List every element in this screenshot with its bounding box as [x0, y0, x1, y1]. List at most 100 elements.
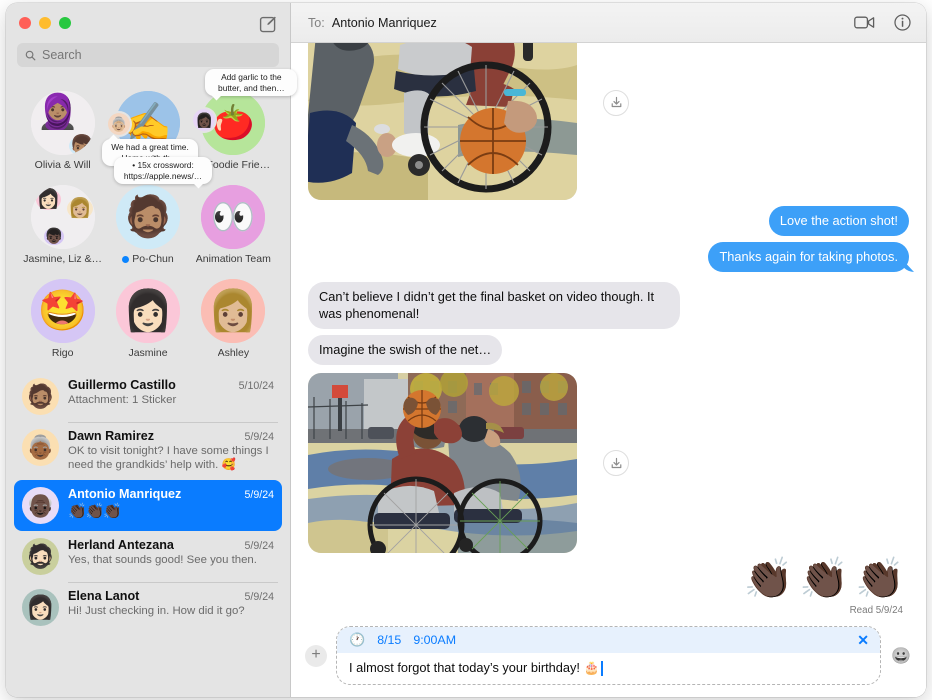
conversation-header: Herland Antezana 5/9/24 [68, 538, 274, 552]
pinned-name: Po-Chun [132, 253, 174, 265]
conversation-name: Elena Lanot [68, 588, 140, 603]
avatar: 🧔🏽 [22, 378, 59, 415]
message-bubble-incoming[interactable]: Imagine the swish of the net… [308, 335, 503, 366]
message-bubble-incoming[interactable]: Can’t believe I didn’t get the final bas… [308, 282, 680, 330]
pinned-tooltip: Add garlic to the butter, and then… [205, 69, 298, 101]
avatar: 🤩 [30, 279, 95, 343]
compose-icon[interactable] [257, 13, 279, 35]
pinned-label: Rigo [52, 347, 74, 359]
message-row-incoming-1: Can’t believe I didn’t get the final bas… [308, 282, 909, 330]
pinned-name: Ashley [217, 347, 250, 359]
conversation-preview: Yes, that sounds good! See you then. [68, 553, 257, 566]
message-input-shell: 🕐 8/15 9:00AM ✕ I almost forgot that tod… [336, 626, 881, 685]
pinned-label: Jasmine, Liz &… [23, 253, 102, 265]
pinned-name: Rigo [51, 347, 74, 359]
pinned-item-jasmine[interactable]: 👩🏻 Jasmine [105, 271, 190, 359]
conversation-content: Guillermo Castillo 5/10/24 Attachment: 1… [68, 378, 274, 407]
add-attachment-button[interactable]: + [305, 644, 327, 667]
search-placeholder: Search [42, 48, 82, 62]
pinned-name: Animation Team [195, 253, 271, 265]
avatar: 👩🏻 [115, 279, 180, 343]
reaction-emoji: 👏🏿 [743, 557, 794, 602]
conversation-content: Dawn Ramirez 5/9/24 OK to visit tonight?… [68, 429, 274, 473]
search-icon [25, 50, 36, 60]
pinned-name: Jasmine, Liz &… [23, 253, 103, 265]
download-icon[interactable] [603, 450, 629, 477]
conversation-name: Dawn Ramirez [68, 429, 155, 443]
download-icon[interactable] [603, 89, 629, 116]
close-window-button[interactable] [19, 17, 31, 29]
to-label: To: [308, 15, 325, 30]
pinned-name: Foodie Frie… [206, 159, 271, 171]
conversation-header: Antonio Manriquez 5/9/24 [68, 487, 274, 501]
avatar: 👀 [201, 185, 266, 249]
pinned-label: Jasmine [128, 347, 167, 359]
pinned-item-animation-team[interactable]: 👀 Animation Team [191, 177, 276, 265]
photo-basketball-2[interactable] [308, 373, 577, 554]
message-bubble-outgoing[interactable]: Love the action shot! [768, 206, 909, 237]
avatar: 👩🏼 [201, 279, 266, 343]
conversation-header: Dawn Ramirez 5/9/24 [68, 429, 274, 443]
message-row-outgoing-1: Love the action shot! [308, 206, 909, 237]
suggestion-date: 8/15 [377, 633, 402, 647]
conversation-content: Elena Lanot 5/9/24 Hi! Just checking in.… [68, 589, 274, 618]
text-caret [601, 660, 603, 676]
pinned-name: Jasmine [128, 347, 168, 359]
recipient-name[interactable]: Antonio Manriquez [332, 16, 437, 30]
minimize-window-button[interactable] [39, 17, 51, 29]
pinned-item-ashley[interactable]: 👩🏼 Ashley [191, 271, 276, 359]
dismiss-suggestion-button[interactable]: ✕ [857, 633, 869, 647]
emoji-picker-button[interactable]: 😀 [890, 645, 912, 667]
pinned-tooltip: • 15x crossword: https://apple.news/… [113, 157, 212, 189]
message-photo-2-row [308, 373, 909, 554]
conversation-header: Guillermo Castillo 5/10/24 [68, 378, 274, 392]
sidebar-titlebar [6, 3, 290, 43]
pinned-label: Po-Chun [122, 253, 174, 265]
avatar: 🧔🏻 [22, 537, 59, 575]
message-bubble-outgoing[interactable]: Thanks again for taking photos. [708, 242, 909, 273]
sidebar: Search 🧕🏽 👦🏽 Olivia & Will ✍️ 👵🏼 We had … [6, 3, 298, 697]
messages-window: Search 🧕🏽 👦🏽 Olivia & Will ✍️ 👵🏼 We had … [6, 3, 926, 697]
pinned-item-olivia-will[interactable]: 🧕🏽 👦🏽 Olivia & Will [20, 83, 105, 171]
conversation-date: 5/9/24 [244, 539, 274, 552]
conversation-date: 5/10/24 [238, 380, 274, 392]
message-photo-1-row [308, 43, 909, 200]
suggestion-time: 9:00AM [413, 633, 457, 647]
conversation-preview: OK to visit tonight? I have some things … [68, 445, 269, 472]
conversation-row-guillermo-castillo[interactable]: 🧔🏽 Guillermo Castillo 5/10/24 Attachment… [14, 371, 282, 422]
avatar: 🧕🏽 👦🏽 [30, 91, 95, 155]
info-icon[interactable] [894, 14, 911, 31]
photo-basketball-1[interactable] [308, 43, 577, 200]
pinned-label: Animation Team [196, 253, 271, 265]
conversation-preview: Attachment: 1 Sticker [68, 394, 177, 406]
avatar: ✍️ 👵🏼 We had a great time. Home with th… [101, 91, 198, 166]
video-camera-icon[interactable] [854, 15, 875, 30]
pinned-item-jasmine-liz[interactable]: 👩🏻 👩🏼 👦🏿 Jasmine, Liz &… [20, 177, 105, 265]
conversation-list: 🧔🏽 Guillermo Castillo 5/10/24 Attachment… [6, 367, 290, 697]
avatar: 👵🏾 [22, 429, 59, 466]
message-composer: + 🕐 8/15 9:00AM ✕ I almost forgot that t… [291, 618, 926, 697]
conversation-row-elena-lanot[interactable]: 👩🏻 Elena Lanot 5/9/24 Hi! Just checking … [14, 581, 282, 633]
conversation-name: Guillermo Castillo [68, 378, 176, 392]
message-input[interactable]: I almost forgot that today’s your birthd… [337, 653, 880, 684]
zoom-window-button[interactable] [59, 17, 71, 29]
conversation-name: Antonio Manriquez [68, 486, 182, 501]
reaction-emoji: 👏🏿 [799, 557, 850, 602]
message-thread: To: Antonio Manriquez Love the action sh… [291, 3, 926, 697]
message-row-incoming-2: Imagine the swish of the net… [308, 335, 909, 366]
search-input[interactable]: Search [17, 43, 279, 67]
pinned-name: Olivia & Will [34, 159, 91, 171]
pinned-item-rigo[interactable]: 🤩 Rigo [20, 271, 105, 359]
window-controls [19, 17, 71, 29]
date-time-suggestion[interactable]: 🕐 8/15 9:00AM ✕ [337, 627, 880, 653]
conversation-row-dawn-ramirez[interactable]: 👵🏾 Dawn Ramirez 5/9/24 OK to visit tonig… [14, 422, 282, 480]
conversation-row-herland-antezana[interactable]: 🧔🏻 Herland Antezana 5/9/24 Yes, that sou… [14, 531, 282, 582]
pinned-conversations: 🧕🏽 👦🏽 Olivia & Will ✍️ 👵🏼 We had a great… [6, 69, 298, 367]
message-input-value: I almost forgot that today’s your birthd… [349, 660, 600, 675]
conversation-row-antonio-manriquez[interactable]: 👴🏿 Antonio Manriquez 5/9/24 👏🏿👏🏿👏🏿 [14, 479, 282, 531]
conversation-content: Herland Antezana 5/9/24 Yes, that sounds… [68, 538, 274, 567]
avatar: 👩🏻 👩🏼 👦🏿 [30, 185, 95, 249]
pinned-item-po-chun[interactable]: 🧔🏽 • 15x crossword: https://apple.news/…… [105, 157, 212, 265]
conversation-preview: 👏🏿👏🏿👏🏿 [68, 502, 122, 520]
thread-header: To: Antonio Manriquez [291, 3, 926, 43]
